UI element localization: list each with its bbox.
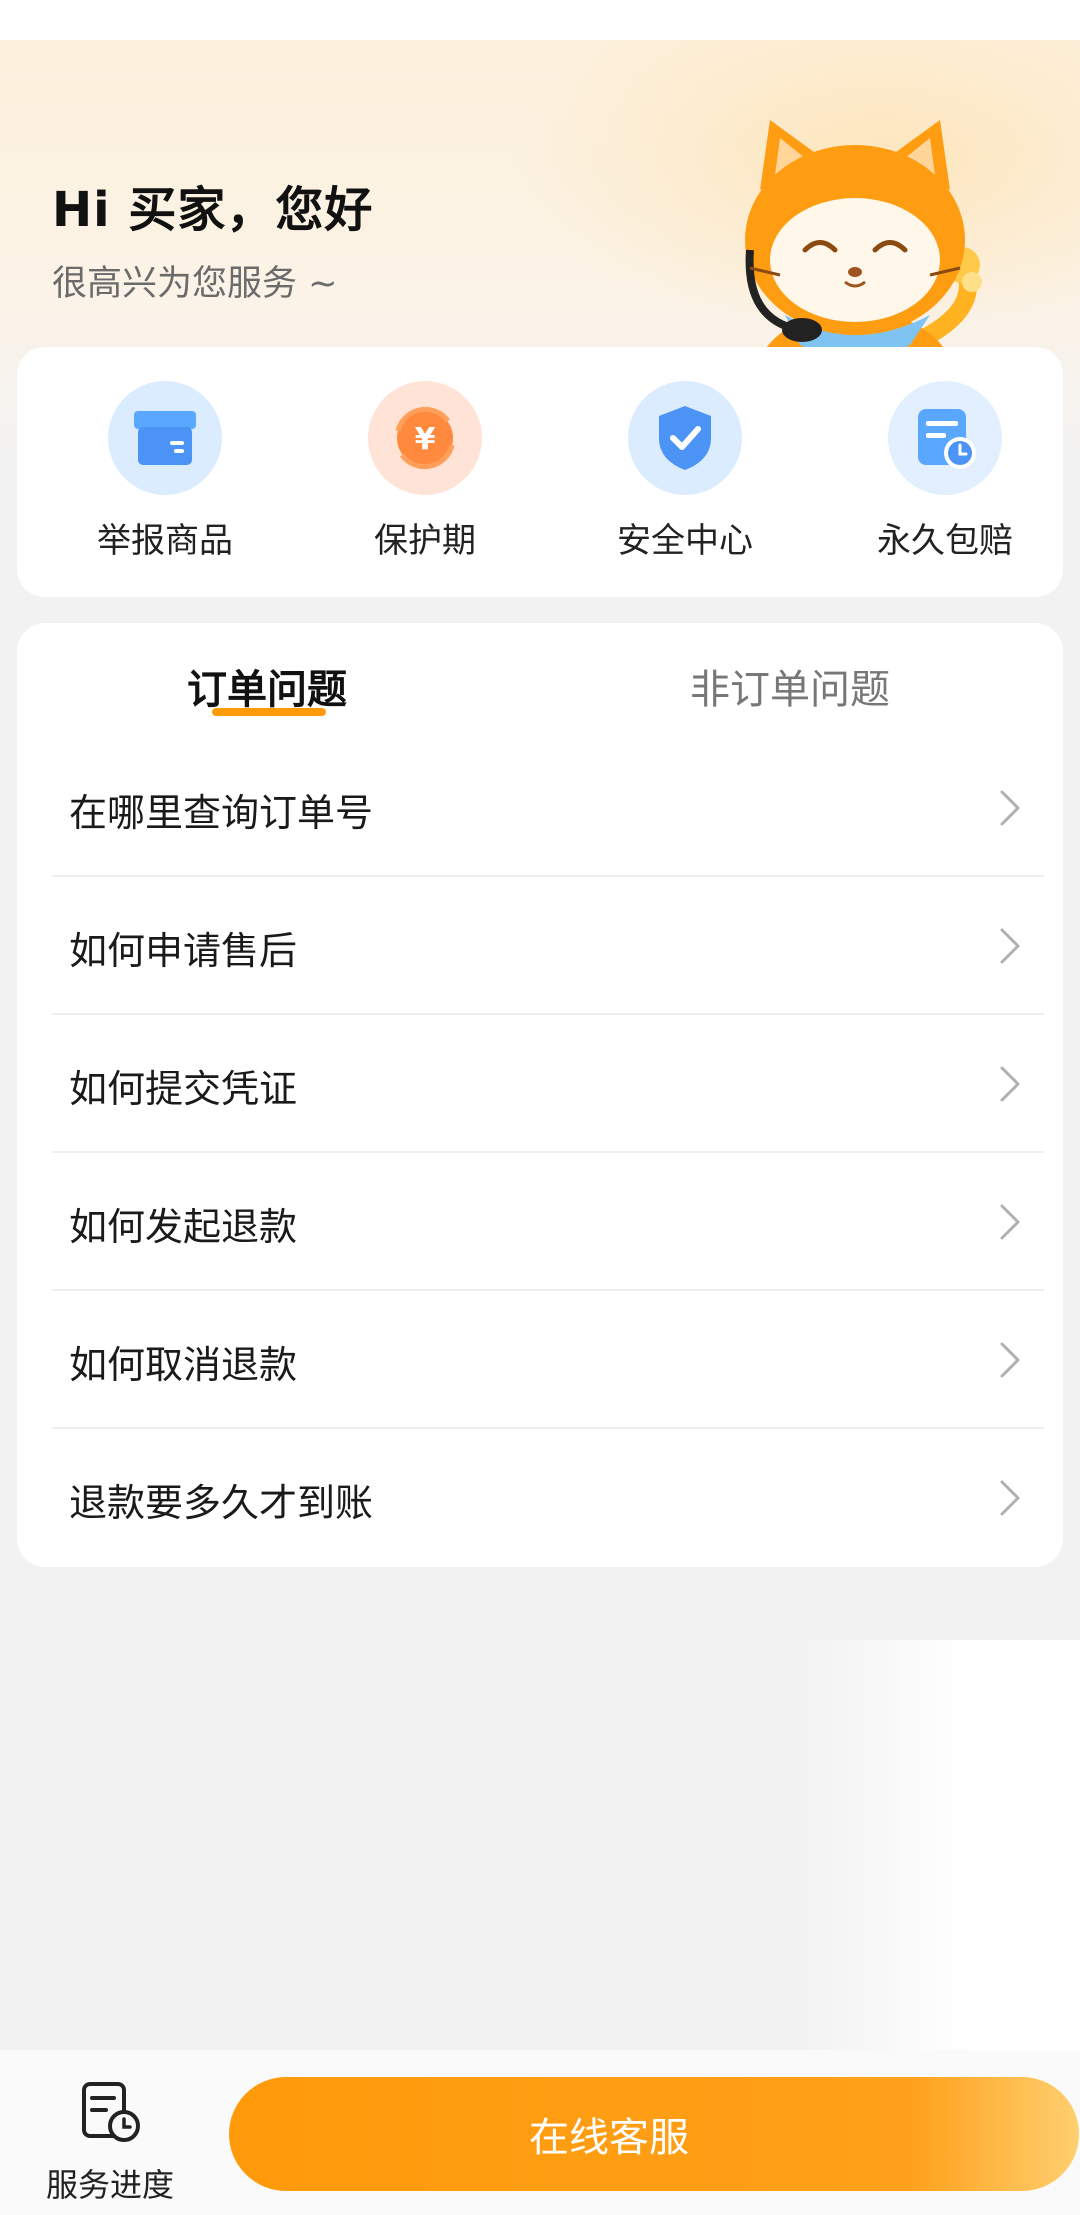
document-clock-icon: [888, 381, 1002, 495]
faq-item[interactable]: 如何发起退款: [52, 1152, 1044, 1290]
svg-text:¥: ¥: [415, 422, 436, 457]
chevron-right-icon: [1000, 928, 1020, 964]
online-customer-service-button[interactable]: 在线客服: [229, 2077, 1079, 2191]
faq-card: 订单问题 非订单问题 在哪里查询订单号 如何申请售后 如何提交凭证 如何发起退款…: [17, 623, 1063, 1567]
quick-action-label: 保护期: [374, 521, 476, 561]
quick-action-label: 举报商品: [97, 521, 233, 561]
greeting-title: Hi 买家，您好: [52, 182, 374, 238]
scroll-fade-overlay: [800, 1640, 1080, 2060]
faq-item-label: 如何取消退款: [69, 1343, 298, 1387]
faq-item-label: 在哪里查询订单号: [69, 791, 374, 835]
shield-check-icon: [628, 381, 742, 495]
active-tab-indicator: [212, 708, 326, 716]
service-progress-label: 服务进度: [45, 2166, 174, 2204]
box-icon: [108, 381, 222, 495]
service-progress-button[interactable]: 服务进度: [20, 2050, 200, 2215]
faq-item[interactable]: 在哪里查询订单号: [52, 738, 1044, 876]
quick-action-label: 永久包赔: [877, 521, 1013, 561]
quick-action-report[interactable]: 举报商品: [55, 347, 275, 597]
chevron-right-icon: [1000, 1480, 1020, 1516]
faq-item-label: 退款要多久才到账: [69, 1481, 374, 1525]
tab-non-order-issues[interactable]: 非订单问题: [690, 657, 890, 715]
chevron-right-icon: [1000, 1066, 1020, 1102]
faq-item[interactable]: 退款要多久才到账: [52, 1428, 1044, 1566]
faq-item-label: 如何发起退款: [69, 1205, 298, 1249]
document-clock-icon: [82, 2082, 140, 2142]
yuan-refresh-icon: ¥: [368, 381, 482, 495]
status-bar: [0, 0, 1080, 40]
quick-actions-card: 举报商品 ¥ 保护期 安全中心 永久包赔: [17, 347, 1063, 597]
faq-item-label: 如何提交凭证: [69, 1067, 298, 1111]
chevron-right-icon: [1000, 1204, 1020, 1240]
quick-action-label: 安全中心: [617, 521, 753, 561]
faq-item[interactable]: 如何申请售后: [52, 876, 1044, 1014]
quick-action-protection[interactable]: ¥ 保护期: [315, 347, 535, 597]
chevron-right-icon: [1000, 1342, 1020, 1378]
quick-action-compensation[interactable]: 永久包赔: [835, 347, 1055, 597]
greeting-subtitle: 很高兴为您服务 ~: [52, 264, 338, 304]
faq-item[interactable]: 如何提交凭证: [52, 1014, 1044, 1152]
chevron-right-icon: [1000, 790, 1020, 826]
bottom-action-bar: 服务进度 在线客服: [0, 2050, 1080, 2215]
faq-item[interactable]: 如何取消退款: [52, 1290, 1044, 1428]
quick-action-security[interactable]: 安全中心: [575, 347, 795, 597]
faq-item-label: 如何申请售后: [69, 929, 298, 973]
tab-order-issues[interactable]: 订单问题: [187, 657, 347, 715]
